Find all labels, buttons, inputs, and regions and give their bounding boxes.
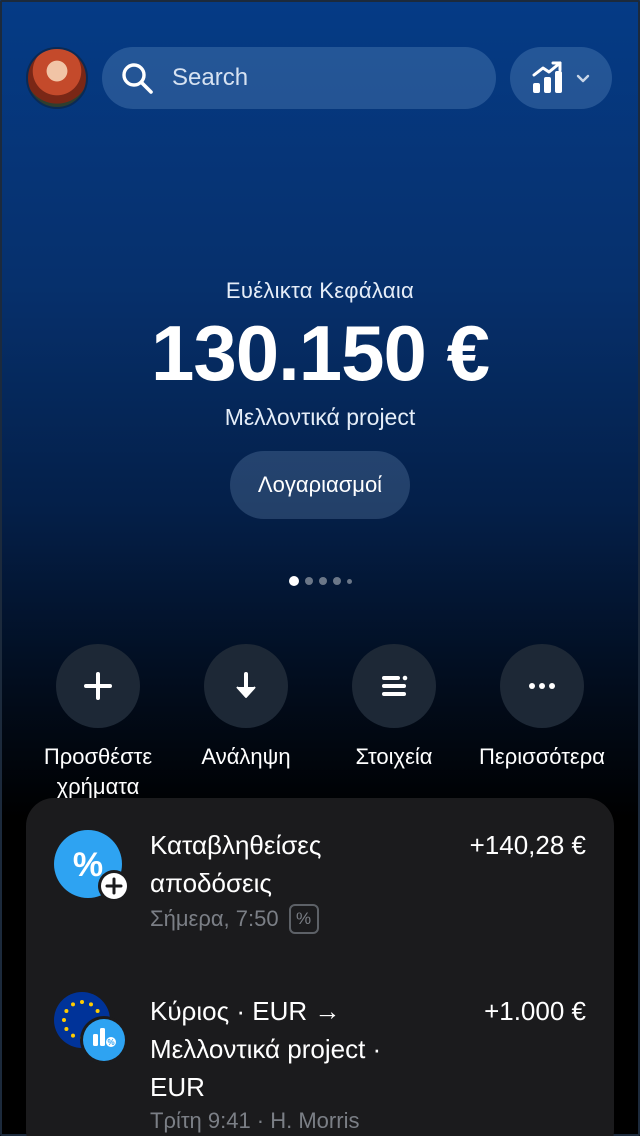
withdraw-label: Ανάληψη — [201, 744, 291, 769]
analytics-button[interactable] — [510, 47, 612, 109]
more-circle[interactable] — [500, 644, 584, 728]
chevron-down-icon — [576, 74, 590, 83]
svg-text:%: % — [107, 1038, 114, 1047]
withdraw-circle[interactable] — [204, 644, 288, 728]
page-dot — [332, 577, 341, 585]
details-label: Στοιχεία — [355, 744, 433, 769]
eu-flag-icon: % — [54, 992, 128, 1064]
page-indicator[interactable] — [0, 576, 640, 586]
percent-icon: % — [54, 830, 130, 902]
plus-icon — [84, 672, 112, 700]
accounts-button[interactable]: Λογαριασμοί — [229, 451, 411, 519]
transaction-row[interactable]: % Καταβληθείσες αποδόσεις +140,28 € Σήμε… — [26, 798, 614, 968]
balance-subtitle: Μελλοντικά project — [224, 404, 416, 430]
details-button[interactable]: Στοιχεία — [320, 644, 468, 802]
balance-section: Ευέλικτα Κεφάλαια 130.150 € Μελλοντικά p… — [0, 278, 640, 519]
transaction-meta: Σήμερα, 7:50 % — [150, 904, 319, 934]
more-button[interactable]: Περισσότερα — [468, 644, 616, 802]
quick-actions: Προσθέστε χρήματα Ανάληψη Στοιχεία Περισ… — [24, 644, 616, 802]
balance-amount: 130.150 € — [150, 309, 490, 397]
search-icon — [122, 63, 153, 94]
transaction-time: Σήμερα, 7:50 — [150, 906, 279, 931]
transaction-amount: +140,28 € — [469, 830, 586, 860]
transaction-meta: Τρίτη 9:41 · H. Morris — [150, 1108, 359, 1134]
details-circle[interactable] — [352, 644, 436, 728]
transaction-icon: % — [54, 830, 130, 902]
transaction-amount: +1.000 € — [484, 996, 586, 1026]
transactions-card: % Καταβληθείσες αποδόσεις +140,28 € Σήμε… — [26, 798, 614, 1136]
page-dot — [346, 578, 352, 584]
arrow-down-icon — [236, 672, 256, 698]
bar-chart-trend-icon — [532, 61, 562, 93]
interest-badge: % — [288, 904, 319, 934]
more-label: Περισσότερα — [479, 744, 605, 769]
search-bar[interactable]: Search — [102, 47, 496, 109]
add-money-label: Προσθέστε χρήματα — [43, 744, 153, 799]
top-bar: Search — [26, 46, 614, 110]
transaction-title: Καταβληθείσες αποδόσεις — [150, 830, 322, 898]
balance-label: Ευέλικτα Κεφάλαια — [225, 278, 415, 303]
avatar[interactable] — [26, 47, 88, 109]
search-placeholder: Search — [172, 64, 249, 91]
svg-text:%: % — [73, 846, 103, 884]
transaction-title: Κύριος · EUR → Μελλοντικά project · EUR — [150, 996, 382, 1102]
page-dot-active — [288, 576, 299, 586]
transaction-time: Τρίτη 9:41 · H. Morris — [150, 1108, 360, 1133]
add-money-circle[interactable] — [56, 644, 140, 728]
more-icon — [529, 683, 555, 689]
transaction-icon: % — [54, 992, 128, 1064]
transaction-row[interactable]: % Κύριος · EUR → Μελλοντικά project · EU… — [26, 968, 614, 1136]
withdraw-button[interactable]: Ανάληψη — [172, 644, 320, 802]
details-icon — [382, 675, 408, 696]
add-money-button[interactable]: Προσθέστε χρήματα — [24, 644, 172, 802]
page-dot — [304, 577, 313, 585]
page-dot — [318, 577, 327, 585]
